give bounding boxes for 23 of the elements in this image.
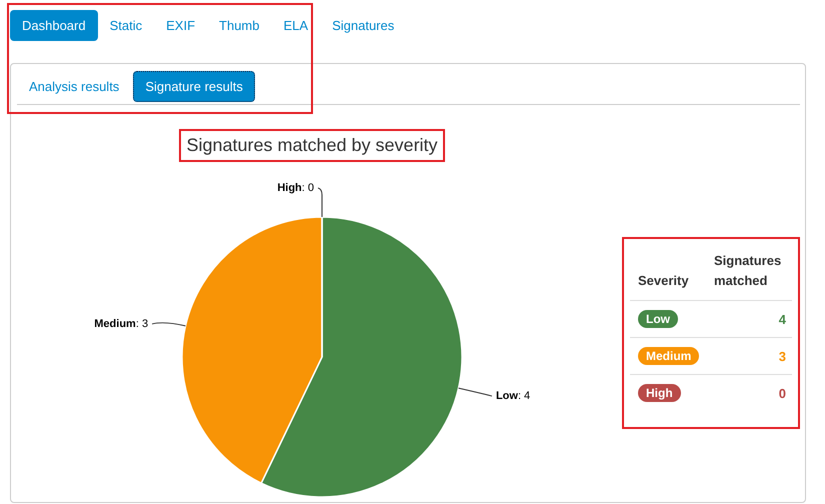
column-header: Severity bbox=[630, 247, 706, 300]
table-cell: 4 bbox=[706, 300, 792, 338]
tab[interactable]: Thumb bbox=[207, 10, 272, 41]
severity-badge: Medium bbox=[638, 347, 700, 365]
data-label: Medium: 3 bbox=[94, 318, 148, 330]
chart-title: Signatures matched by severity bbox=[179, 129, 445, 162]
tab[interactable]: Dashboard bbox=[10, 10, 98, 41]
severity-badge: High bbox=[638, 384, 681, 402]
tab[interactable]: ELA bbox=[272, 10, 320, 41]
tab[interactable]: Signature results bbox=[133, 71, 255, 102]
tab[interactable]: Static bbox=[98, 10, 154, 41]
data-label: High: 0 bbox=[277, 182, 314, 194]
table-cell: 3 bbox=[706, 338, 792, 374]
leader-line bbox=[152, 322, 186, 326]
column-header: Signatures matched bbox=[706, 247, 792, 300]
data-label: Low: 4 bbox=[496, 390, 530, 402]
leader-line bbox=[318, 188, 322, 218]
leader-line bbox=[458, 388, 492, 397]
tab[interactable]: EXIF bbox=[154, 10, 208, 41]
table-cell: 0 bbox=[706, 374, 792, 411]
tab[interactable]: Analysis results bbox=[17, 71, 132, 102]
tab[interactable]: Signatures bbox=[320, 10, 406, 41]
severity-badge: Low bbox=[638, 310, 678, 328]
